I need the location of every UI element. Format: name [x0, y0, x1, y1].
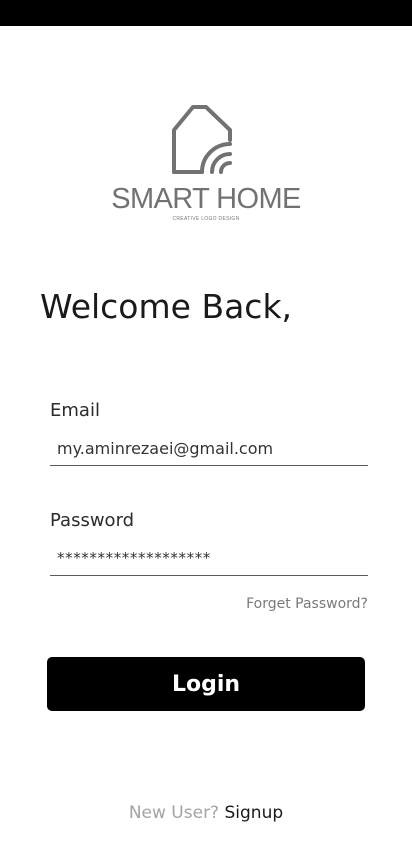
password-input[interactable] [50, 541, 368, 576]
login-screen: SMART HOME CREATIVE LOGO DESIGN Welcome … [0, 0, 412, 847]
signup-link[interactable]: Signup [225, 803, 284, 823]
logo-subtitle: CREATIVE LOGO DESIGN [172, 216, 240, 222]
logo-title: SMART HOME [111, 183, 301, 215]
welcome-heading: Welcome Back, [40, 287, 293, 326]
signup-prompt: New User? Signup [0, 802, 412, 824]
email-input[interactable] [50, 431, 368, 466]
smart-home-logo-icon [172, 105, 232, 174]
password-field-group: Password [50, 509, 368, 576]
email-label: Email [50, 400, 100, 421]
new-user-text: New User? [128, 803, 220, 823]
forget-password-link[interactable]: Forget Password? [246, 594, 368, 614]
status-bar [0, 0, 412, 26]
app-logo: SMART HOME CREATIVE LOGO DESIGN [106, 100, 306, 228]
login-button[interactable]: Login [47, 657, 365, 711]
password-label: Password [50, 510, 135, 531]
email-field-group: Email [50, 399, 368, 466]
